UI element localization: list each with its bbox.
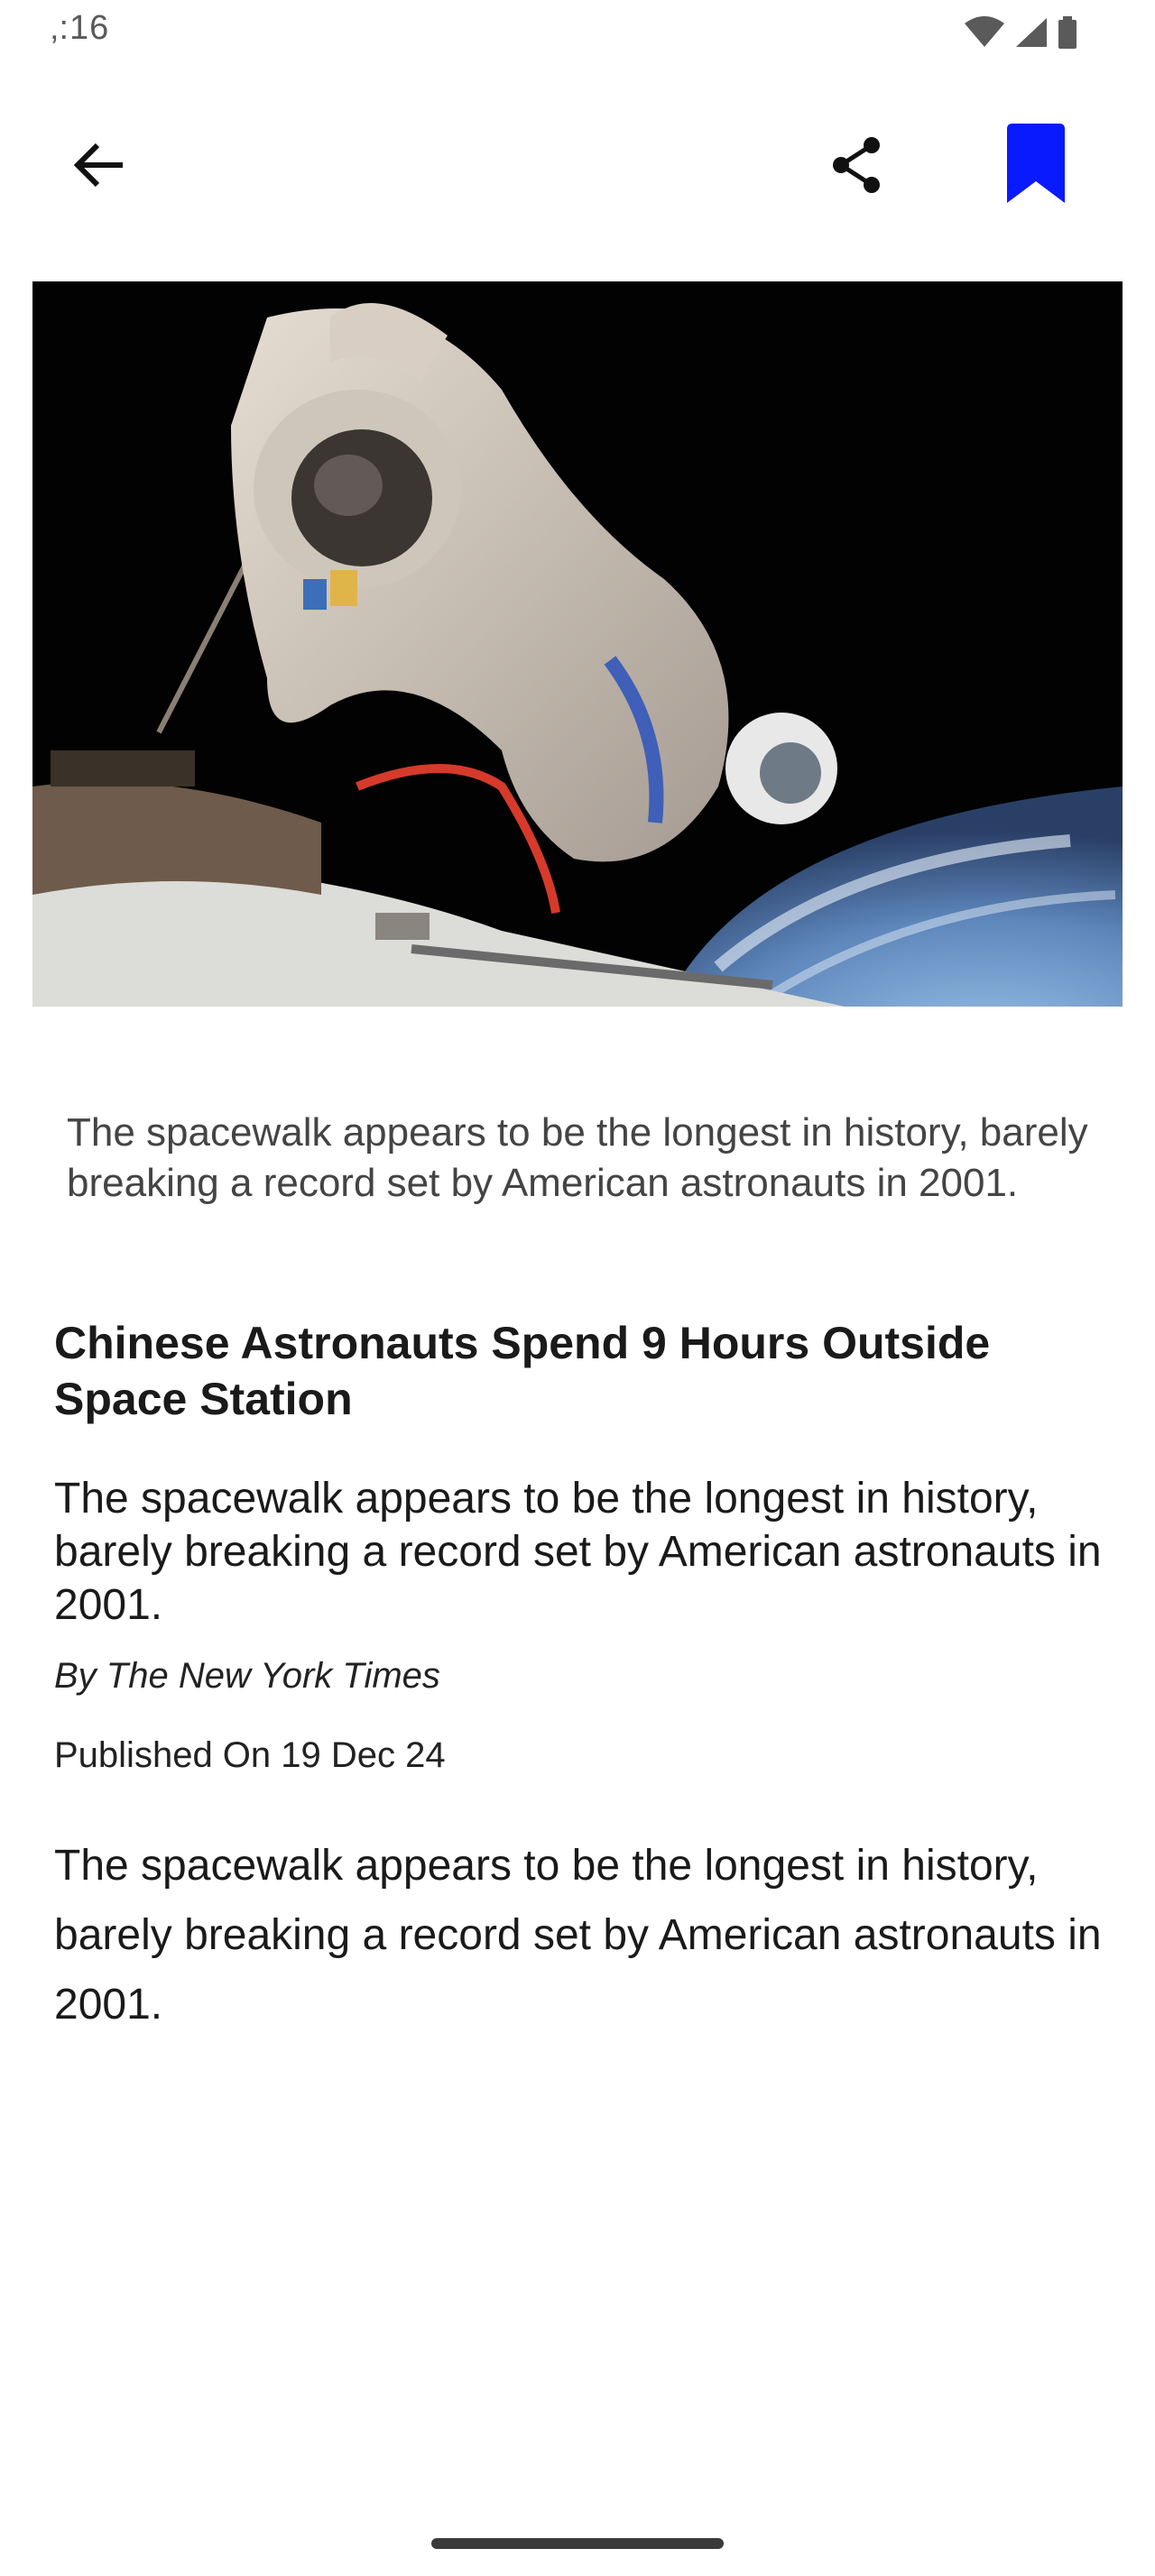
article-body: The spacewalk appears to be the longest … — [54, 1842, 1102, 2029]
published-date: Published On 19 Dec 24 — [54, 1735, 446, 1775]
app-bar — [0, 99, 1155, 216]
article-byline: By The New York Times — [54, 1656, 440, 1696]
status-bar: ‚:16 — [0, 0, 1155, 63]
share-icon — [828, 136, 886, 198]
arrow-left-icon — [70, 136, 128, 198]
share-button[interactable] — [812, 122, 902, 212]
gesture-navigation-bar[interactable] — [431, 2538, 724, 2549]
status-time: ‚:16 — [51, 9, 110, 47]
bookmark-filled-icon — [1002, 122, 1070, 209]
image-caption: The spacewalk appears to be the longest … — [67, 1110, 1088, 1205]
battery-icon — [1058, 16, 1077, 49]
back-button[interactable] — [54, 122, 144, 212]
status-icons — [964, 14, 1077, 51]
article-hero-image — [32, 281, 1123, 1007]
bookmark-button[interactable] — [991, 115, 1081, 215]
cellular-signal-icon — [1014, 16, 1049, 49]
article-detail-screen: ‚:16 The spacewalk appears to be the lon… — [0, 0, 1155, 2576]
wifi-icon — [964, 16, 1005, 49]
article-headline: Chinese Astronauts Spend 9 Hours Outside… — [54, 1318, 991, 1424]
article-summary: The spacewalk appears to be the longest … — [54, 1475, 1102, 1629]
